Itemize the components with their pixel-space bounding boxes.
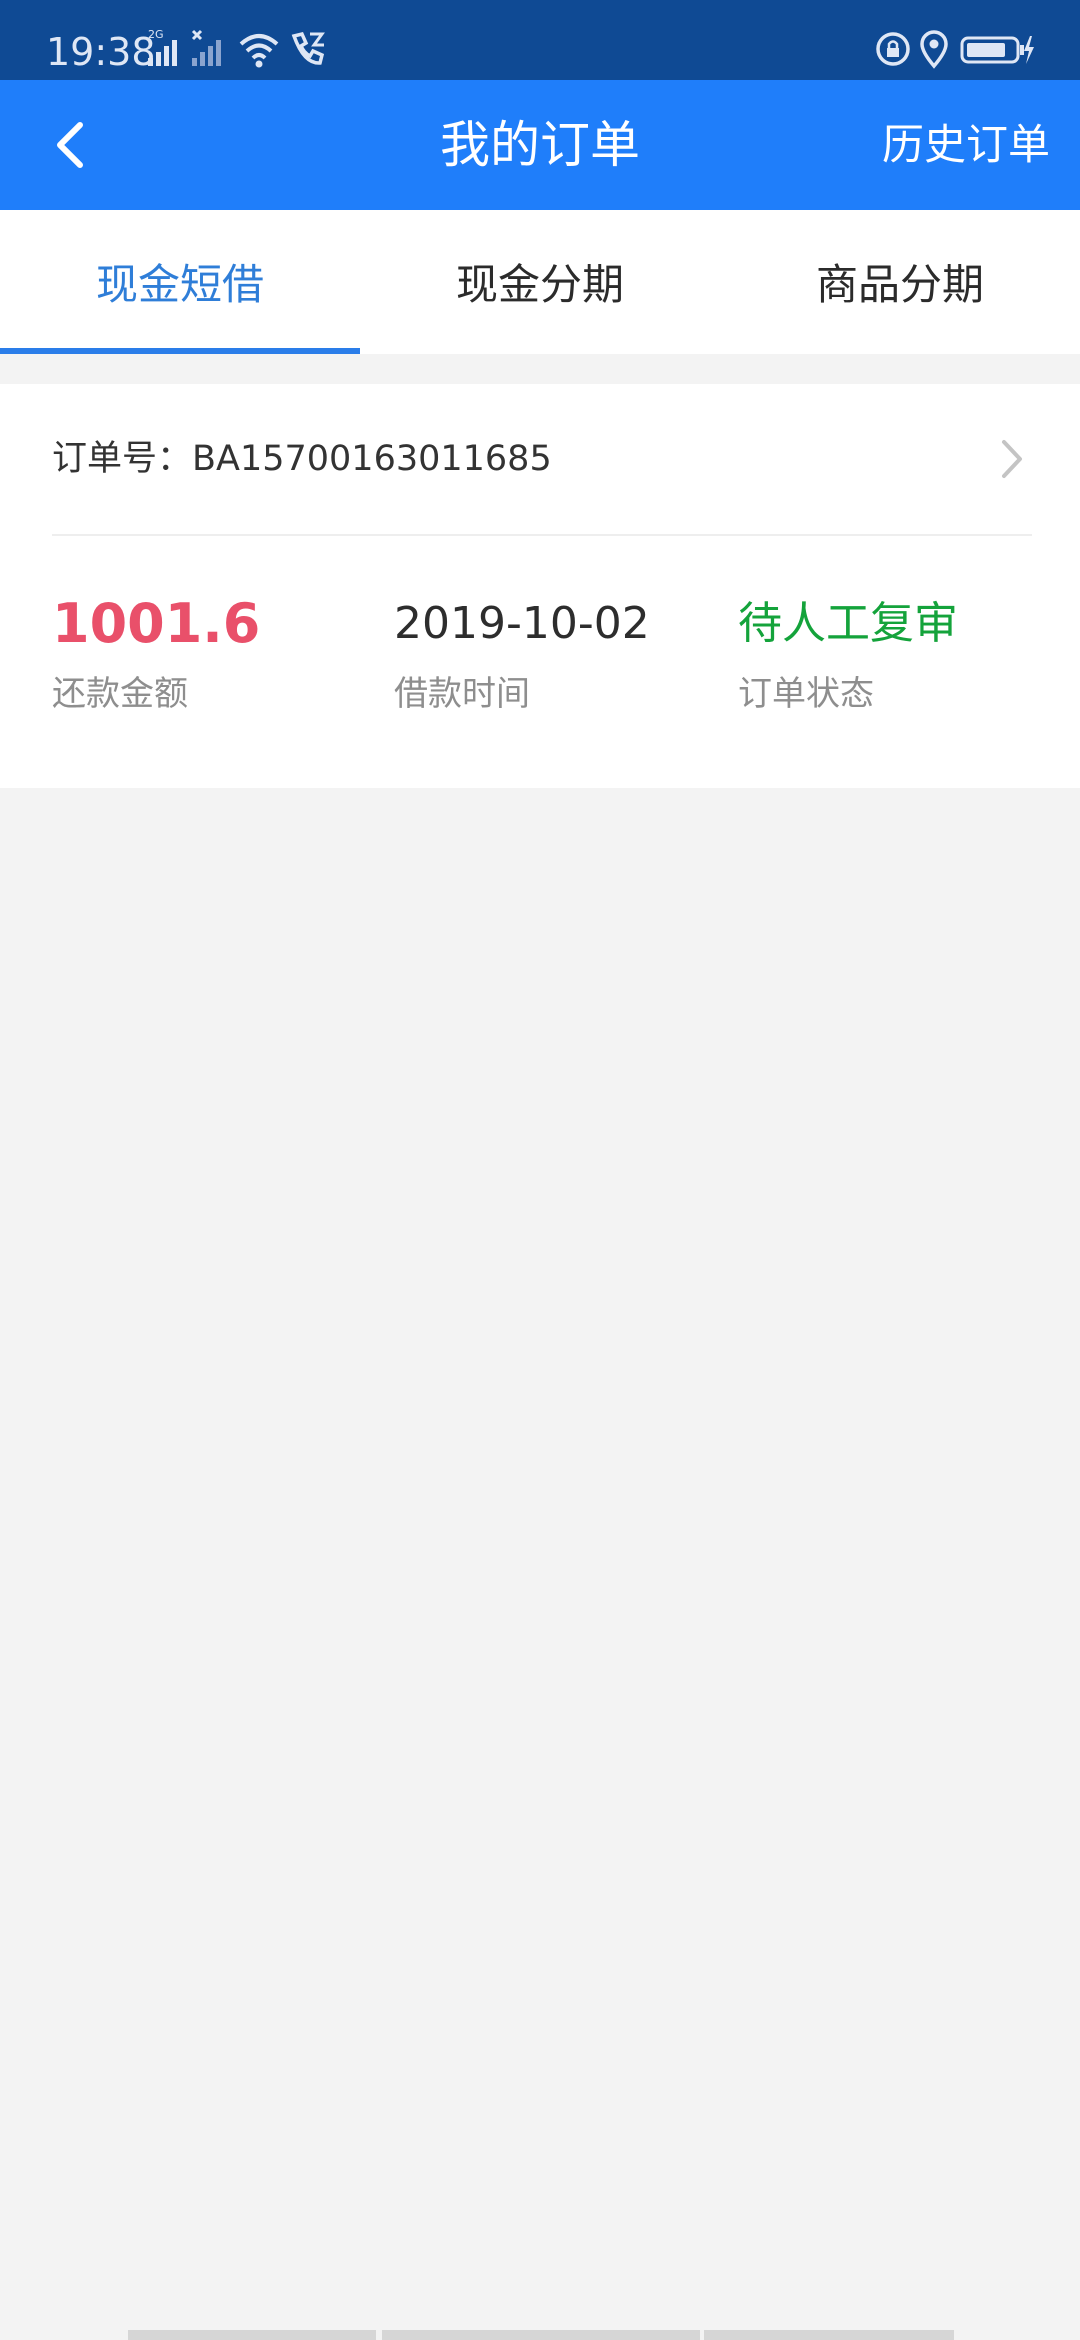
gesture-bar-center — [382, 2330, 700, 2340]
gesture-bar-left — [128, 2330, 376, 2340]
chevron-left-icon — [57, 122, 83, 168]
order-status: 待人工复审 — [738, 598, 958, 649]
tab-cash-installment[interactable]: 现金分期 — [360, 210, 720, 354]
order-number-value: BA15700163011685 — [192, 439, 552, 479]
order-card[interactable]: 订单号：BA15700163011685 1001.6 还款金额 2019-10… — [0, 384, 1080, 788]
chevron-right-icon — [1002, 440, 1022, 478]
location-icon — [920, 30, 948, 69]
order-status-label: 订单状态 — [738, 674, 874, 714]
status-column: 待人工复审 订单状态 — [738, 596, 958, 714]
tab-active-indicator — [0, 348, 360, 354]
order-number: 订单号：BA15700163011685 — [52, 384, 552, 534]
signal-2g-icon: 2G — [148, 28, 177, 66]
lock-rotation-icon — [876, 32, 910, 66]
date-column: 2019-10-02 借款时间 — [394, 596, 650, 714]
order-tabs: 现金短借 现金分期 商品分期 — [0, 210, 1080, 354]
status-bar: 19:38 2G — [0, 0, 1080, 80]
nav-bar: 我的订单 历史订单 — [0, 80, 1080, 210]
back-button[interactable] — [30, 105, 110, 185]
loan-date-label: 借款时间 — [394, 674, 530, 714]
repayment-amount: 1001.6 — [52, 592, 261, 655]
gesture-bar-right — [704, 2330, 954, 2340]
network-badge: 2G — [148, 28, 164, 41]
signal-x-icon — [191, 29, 221, 66]
history-orders-link[interactable]: 历史订单 — [882, 80, 1050, 210]
wifi-icon — [239, 34, 279, 68]
status-time: 19:38 — [46, 30, 156, 74]
call-icon — [291, 31, 325, 65]
order-header-row[interactable]: 订单号：BA15700163011685 — [52, 384, 1032, 536]
amount-column: 1001.6 还款金额 — [52, 592, 261, 715]
order-number-label: 订单号： — [52, 439, 193, 479]
tab-cash-short-loan[interactable]: 现金短借 — [0, 210, 360, 354]
tab-goods-installment[interactable]: 商品分期 — [720, 210, 1080, 354]
loan-date: 2019-10-02 — [394, 598, 650, 649]
repayment-amount-label: 还款金额 — [52, 674, 188, 714]
battery-charging-icon — [960, 36, 1034, 64]
page-title: 我的订单 — [440, 116, 640, 174]
